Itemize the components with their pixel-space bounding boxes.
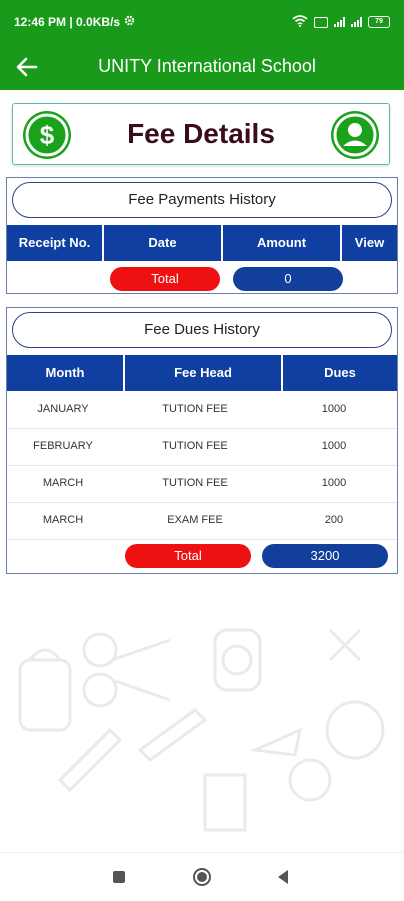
fee-head-cell: TUTION FEE bbox=[162, 403, 228, 415]
column-header: Amount bbox=[223, 225, 342, 261]
home-circle-icon[interactable] bbox=[192, 867, 212, 892]
user-profile-icon[interactable] bbox=[331, 111, 379, 159]
month-cell: MARCH bbox=[42, 514, 84, 526]
month-cell: FEBRUARY bbox=[33, 440, 93, 452]
app-title: UNITY International School bbox=[98, 56, 316, 76]
dues-cell: 1000 bbox=[321, 477, 347, 489]
table-row: MARCH TUTION FEE 1000 bbox=[7, 465, 397, 503]
fee-payments-card: Fee Payments History Receipt No. Date Am… bbox=[6, 177, 398, 294]
fee-head-cell: TUTION FEE bbox=[162, 440, 228, 452]
payments-table-header: Receipt No. Date Amount View bbox=[7, 225, 397, 261]
system-navigation-bar bbox=[0, 852, 404, 901]
recents-square-icon[interactable] bbox=[112, 870, 126, 889]
column-header: Date bbox=[104, 225, 223, 261]
fee-dues-card: Fee Dues History Month Fee Head Dues JAN… bbox=[6, 307, 398, 574]
payments-section-title: Fee Payments History bbox=[12, 182, 392, 218]
wifi-icon bbox=[292, 14, 308, 30]
school-doodles-background bbox=[18, 628, 385, 832]
column-header: View bbox=[354, 235, 385, 250]
table-row: JANUARY TUTION FEE 1000 bbox=[7, 391, 397, 429]
back-triangle-icon[interactable] bbox=[276, 869, 290, 890]
fee-head-cell: EXAM FEE bbox=[167, 514, 223, 526]
dues-cell: 1000 bbox=[321, 440, 347, 452]
signal-icon bbox=[334, 17, 345, 27]
payments-total-value: 0 bbox=[233, 267, 343, 291]
column-header: Month bbox=[7, 355, 125, 391]
dues-total-label: Total bbox=[125, 544, 251, 568]
settings-gear-icon bbox=[124, 15, 135, 29]
fee-head-cell: TUTION FEE bbox=[162, 477, 228, 489]
column-header: Dues bbox=[324, 365, 356, 380]
month-cell: MARCH bbox=[42, 477, 84, 489]
dues-table-header: Month Fee Head Dues bbox=[7, 355, 397, 391]
fee-details-header: $ Fee Details bbox=[12, 103, 390, 165]
battery-level: 79 bbox=[375, 18, 383, 25]
table-row: MARCH EXAM FEE 200 bbox=[7, 502, 397, 540]
dues-section-title: Fee Dues History bbox=[12, 312, 392, 348]
table-row: FEBRUARY TUTION FEE 1000 bbox=[7, 428, 397, 466]
column-header: Fee Head bbox=[125, 355, 283, 391]
volte-icon bbox=[314, 16, 328, 28]
battery-icon: 79 bbox=[368, 16, 390, 28]
status-time: 12:46 PM | 0.0KB/s bbox=[14, 15, 121, 29]
payments-total-label: Total bbox=[110, 267, 220, 291]
dues-cell: 1000 bbox=[321, 403, 347, 415]
signal-2-icon bbox=[351, 17, 362, 27]
status-bar: 12:46 PM | 0.0KB/s 79 bbox=[0, 0, 404, 44]
app-bar: UNITY International School bbox=[0, 44, 404, 90]
dues-total-value: 3200 bbox=[262, 544, 388, 568]
column-header: Receipt No. bbox=[7, 225, 104, 261]
month-cell: JANUARY bbox=[37, 403, 89, 415]
dues-cell: 200 bbox=[324, 514, 344, 526]
